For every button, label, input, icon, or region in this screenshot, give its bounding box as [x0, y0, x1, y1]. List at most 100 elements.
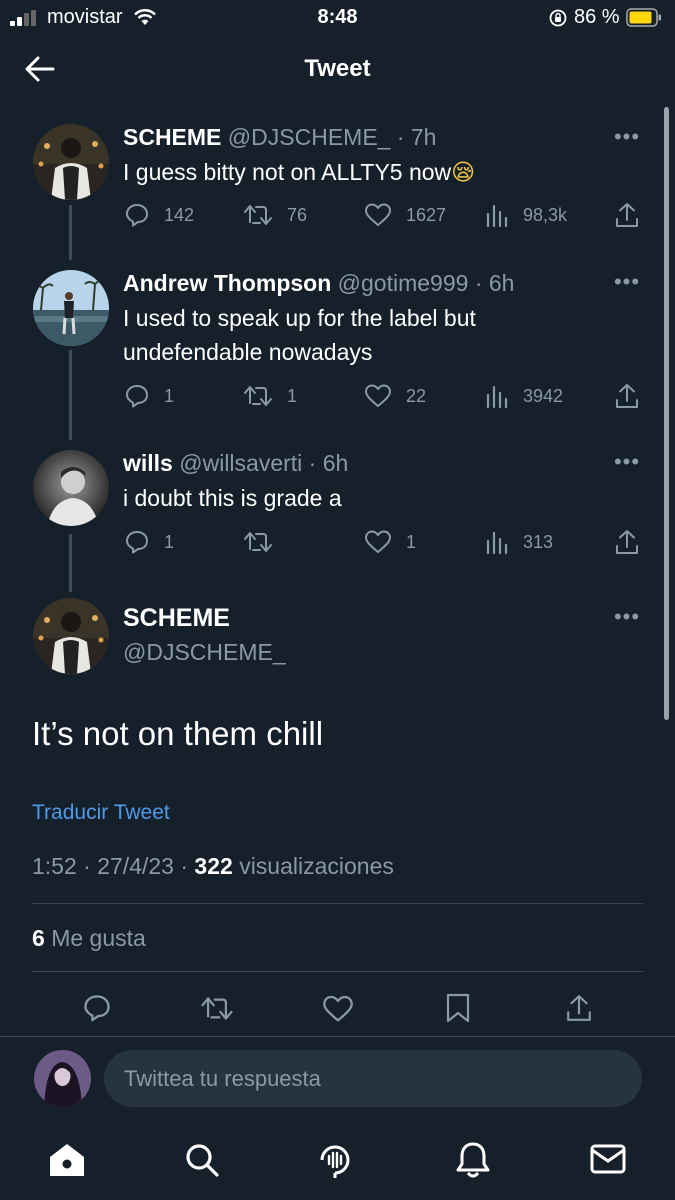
display-name[interactable]: SCHEME — [123, 604, 230, 633]
like-icon — [365, 203, 391, 226]
more-options-icon[interactable]: ••• — [612, 451, 642, 473]
tweet-text: i doubt this is grade a — [123, 485, 342, 511]
main-tweet-text: It’s not on them chill — [32, 715, 324, 752]
scrollbar[interactable] — [664, 107, 669, 720]
display-name[interactable]: Andrew Thompson — [123, 270, 331, 296]
retweet-button[interactable]: 1 — [243, 381, 297, 411]
like-count: 1 — [406, 531, 417, 552]
battery-percent: 86 % — [574, 6, 620, 28]
views-button[interactable]: 3942 — [485, 381, 563, 411]
tweet-date: 27/4/23 — [97, 853, 174, 879]
tweet-header: SCHEME @DJSCHEME_ · 7h — [123, 124, 436, 151]
retweet-icon — [244, 532, 272, 552]
messages-icon[interactable] — [590, 1144, 626, 1174]
reply-icon[interactable] — [82, 993, 112, 1023]
divider — [0, 1036, 675, 1037]
handle[interactable]: @DJSCHEME_ — [123, 639, 286, 666]
tweet-text-content: I guess bitty not on ALLTY5 now — [123, 159, 452, 185]
battery-icon — [626, 8, 661, 27]
header: Tweet — [0, 40, 675, 100]
bottom-nav — [0, 1130, 675, 1200]
reply-button[interactable]: 1 — [124, 381, 174, 411]
bookmark-icon[interactable] — [445, 992, 471, 1024]
views-icon — [486, 204, 508, 228]
likes-summary[interactable]: 6 Me gusta — [32, 925, 146, 952]
retweet-count: 1 — [287, 385, 298, 406]
share-icon — [616, 203, 638, 227]
tweet-text: I guess bitty not on ALLTY5 now😪 — [123, 155, 643, 190]
reply-icon — [126, 531, 148, 554]
like-button[interactable]: 1 — [364, 527, 416, 557]
retweet-icon[interactable] — [200, 994, 234, 1023]
retweet-count: 76 — [287, 204, 308, 225]
avatar[interactable] — [33, 598, 109, 674]
share-button[interactable] — [614, 200, 654, 230]
thread-line — [69, 205, 72, 260]
translate-link[interactable]: Traducir Tweet — [32, 801, 170, 825]
views-count: 322 — [194, 853, 233, 879]
like-icon[interactable] — [322, 994, 354, 1024]
tweet-text-line: undefendable nowadays — [123, 339, 373, 365]
reply-count: 1 — [164, 385, 175, 406]
reply-button[interactable]: 1 — [124, 527, 174, 557]
status-bar: movistar 8:48 86 % — [0, 0, 675, 36]
like-icon — [365, 530, 391, 553]
views-button[interactable]: 98,3k — [485, 200, 567, 230]
tweet-meta: 1:52 · 27/4/23 · 322 visualizaciones — [32, 853, 394, 879]
views-count: 313 — [523, 531, 554, 552]
orientation-lock-icon — [549, 9, 567, 27]
views-count: 98,3k — [523, 204, 568, 225]
thread-line — [69, 534, 72, 592]
share-icon — [616, 384, 638, 408]
emoji: 😪 — [451, 160, 476, 186]
views-icon — [486, 531, 508, 555]
retweet-icon — [244, 386, 272, 406]
search-icon[interactable] — [184, 1142, 220, 1178]
tweet-text: I used to speak up for the label but und… — [123, 301, 643, 369]
reply-icon — [126, 204, 148, 227]
views-count: 3942 — [523, 385, 564, 406]
reply-icon — [126, 385, 148, 408]
thread-line — [69, 350, 72, 440]
my-avatar[interactable] — [34, 1050, 91, 1107]
share-button[interactable] — [614, 527, 654, 557]
tweet-text-line: I used to speak up for the label but — [123, 305, 476, 331]
reply-input[interactable]: Twittea tu respuesta — [104, 1050, 642, 1107]
reply-count: 142 — [164, 204, 195, 225]
tweet-header: wills @willsaverti · 6h — [123, 450, 348, 477]
more-options-icon[interactable]: ••• — [612, 271, 642, 293]
views-icon — [486, 385, 508, 409]
avatar[interactable] — [33, 450, 109, 526]
tweet-time: 1:52 — [32, 853, 77, 879]
like-button[interactable]: 1627 — [364, 200, 446, 230]
views-button[interactable]: 313 — [485, 527, 553, 557]
more-options-icon[interactable]: ••• — [612, 126, 642, 148]
divider — [32, 903, 643, 904]
display-name[interactable]: SCHEME — [123, 124, 221, 150]
share-button[interactable] — [614, 381, 654, 411]
likes-count: 6 — [32, 925, 45, 951]
share-icon — [616, 530, 638, 554]
more-options-icon[interactable]: ••• — [612, 606, 642, 628]
spaces-icon[interactable] — [316, 1140, 354, 1180]
like-count: 1627 — [406, 204, 447, 225]
like-icon — [365, 384, 391, 407]
reply-button[interactable]: 142 — [124, 200, 194, 230]
avatar[interactable] — [33, 124, 109, 200]
likes-label: Me gusta — [51, 925, 146, 951]
tweet-header: Andrew Thompson @gotime999 · 6h — [123, 270, 514, 297]
handle: @gotime999 · 6h — [337, 270, 515, 296]
page-title: Tweet — [304, 55, 371, 82]
like-button[interactable]: 22 — [364, 381, 426, 411]
divider — [32, 971, 643, 972]
retweet-button[interactable] — [243, 527, 287, 557]
display-name[interactable]: wills — [123, 450, 173, 476]
notifications-icon[interactable] — [455, 1140, 491, 1180]
share-icon[interactable] — [565, 992, 593, 1024]
handle: @willsaverti · 6h — [179, 450, 349, 476]
home-icon[interactable] — [48, 1142, 86, 1178]
retweet-button[interactable]: 76 — [243, 200, 307, 230]
retweet-icon — [244, 205, 272, 225]
avatar[interactable] — [33, 270, 109, 346]
like-count: 22 — [406, 385, 427, 406]
